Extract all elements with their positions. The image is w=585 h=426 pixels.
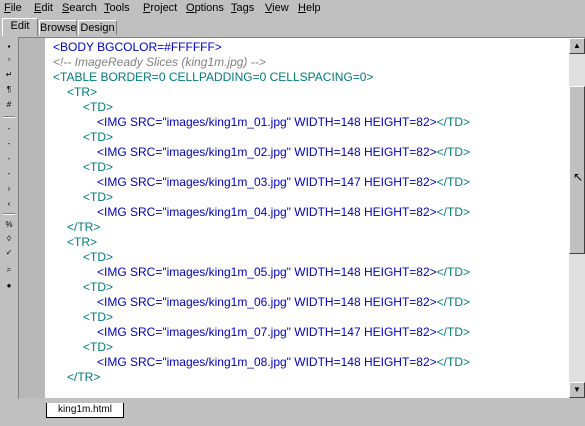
code-line[interactable]: <TD> [83,159,113,175]
code-token: <IMG SRC="images/king1m_03.jpg" WIDTH=14… [97,175,437,189]
code-line[interactable]: </TR> [67,369,100,385]
magnifier-icon[interactable]: ⌕ [4,265,14,275]
code-token: <TD> [83,130,114,144]
code-token: <TD> [83,340,114,354]
outdent-icon[interactable]: - [4,124,14,134]
code-token: <IMG SRC="images/king1m_01.jpg" WIDTH=14… [97,115,437,129]
code-line[interactable]: <IMG SRC="images/king1m_06.jpg" WIDTH=14… [97,294,470,310]
code-line[interactable]: <IMG SRC="images/king1m_07.jpg" WIDTH=14… [97,324,470,340]
scroll-up-button[interactable]: ▲ [569,38,585,54]
code-token: <!-- ImageReady Slices (king1m.jpg) --> [53,55,266,69]
code-token: <TD> [83,250,114,264]
code-token: <IMG SRC="images/king1m_05.jpg" WIDTH=14… [97,265,437,279]
arrow-right-icon[interactable]: › [4,184,14,194]
code-token: </TD> [436,295,471,309]
list-icon[interactable]: - [4,139,14,149]
menu-project[interactable]: Project [143,2,177,14]
globe-icon[interactable]: ● [4,281,14,291]
menu-bar: File Edit Search Tools Project Options T… [0,0,585,17]
code-token: <IMG SRC="images/king1m_02.jpg" WIDTH=14… [97,145,437,159]
indent-icon[interactable]: ¶ [4,85,14,95]
code-token: <IMG SRC="images/king1m_04.jpg" WIDTH=14… [97,205,437,219]
left-toolbar: ▪ ▫ ↵ ¶ # - - - - › ‹ % ◊ ✓ ⌕ ● [0,37,18,426]
tab-browse[interactable]: Browse [39,20,77,35]
code-token: <TD> [83,100,114,114]
code-line[interactable]: <!-- ImageReady Slices (king1m.jpg) --> [53,54,266,70]
code-line[interactable]: <IMG SRC="images/king1m_04.jpg" WIDTH=14… [97,204,470,220]
toolbar-divider [3,116,15,118]
code-token: <IMG SRC="images/king1m_07.jpg" WIDTH=14… [97,325,437,339]
code-icon[interactable]: ◊ [4,234,14,244]
toggle-icon[interactable]: ▪ [4,42,14,52]
menu-tools[interactable]: Tools [104,2,130,14]
view-tab-bar: Edit Browse Design [0,17,585,37]
code-line[interactable]: <TD> [83,339,113,355]
code-token: </TD> [436,115,471,129]
minus-icon[interactable]: - [4,169,14,179]
menu-help[interactable]: Help [298,2,321,14]
scroll-down-button[interactable]: ▼ [569,382,585,398]
code-token: </TD> [436,325,471,339]
dash-icon[interactable]: - [4,154,14,164]
code-token: <TABLE BORDER=0 CELLPADDING=0 CELLSPACIN… [53,70,374,84]
menu-view[interactable]: View [265,2,289,14]
menu-search[interactable]: Search [62,2,97,14]
code-token: </TD> [436,145,471,159]
bookmark-icon[interactable]: % [4,220,14,230]
document-tab[interactable]: king1m.html [46,403,124,418]
code-line[interactable]: <TR> [67,234,97,250]
code-line[interactable]: <TD> [83,129,113,145]
code-line[interactable]: <BODY BGCOLOR=#FFFFFF> [53,39,222,55]
menu-options[interactable]: Options [186,2,224,14]
code-line[interactable]: <IMG SRC="images/king1m_01.jpg" WIDTH=14… [97,114,470,130]
code-line[interactable]: <TR> [67,84,97,100]
tab-edit[interactable]: Edit [2,18,38,36]
tag-icon[interactable]: ▫ [4,55,14,65]
code-line[interactable]: <IMG SRC="images/king1m_02.jpg" WIDTH=14… [97,144,470,160]
code-token: <TD> [83,310,114,324]
code-token: </TD> [436,205,471,219]
code-token: <TD> [83,190,114,204]
code-line[interactable]: </TR> [67,219,100,235]
tab-design[interactable]: Design [78,20,117,35]
code-token: </TR> [67,220,101,234]
code-token: <IMG SRC="images/king1m_08.jpg" WIDTH=14… [97,355,437,369]
code-line[interactable]: <TABLE BORDER=0 CELLPADDING=0 CELLSPACIN… [53,69,373,85]
code-token: <TD> [83,280,114,294]
arrow-left-icon[interactable]: ‹ [4,199,14,209]
toolbar-divider [3,213,15,215]
mouse-pointer-icon: ↖ [573,170,584,184]
code-line[interactable]: <TD> [83,279,113,295]
menu-edit[interactable]: Edit [34,2,53,14]
validate-icon[interactable]: ✓ [4,248,14,258]
code-token: <TR> [67,85,98,99]
code-line[interactable]: <IMG SRC="images/king1m_03.jpg" WIDTH=14… [97,174,470,190]
editor-gutter [19,38,45,398]
menu-tags[interactable]: Tags [231,2,254,14]
code-token: </TD> [436,175,471,189]
vertical-scrollbar[interactable]: ▲ ▼ [569,38,585,398]
code-token: <TR> [67,235,98,249]
code-token: </TR> [67,370,101,384]
code-line[interactable]: <TD> [83,189,113,205]
menu-file[interactable]: File [4,2,22,14]
code-token: <BODY BGCOLOR=#FFFFFF> [53,40,222,54]
code-line[interactable]: <IMG SRC="images/king1m_08.jpg" WIDTH=14… [97,354,470,370]
hash-icon[interactable]: # [4,100,14,110]
code-line[interactable]: <TD> [83,309,113,325]
code-token: </TD> [436,265,471,279]
code-token: <TD> [83,160,114,174]
code-line[interactable]: <IMG SRC="images/king1m_05.jpg" WIDTH=14… [97,264,470,280]
code-token: </TD> [436,355,471,369]
code-line[interactable]: <TD> [83,249,113,265]
code-token: <IMG SRC="images/king1m_06.jpg" WIDTH=14… [97,295,437,309]
code-line[interactable]: <TD> [83,99,113,115]
wrap-icon[interactable]: ↵ [4,70,14,80]
code-editor[interactable]: <BODY BGCOLOR=#FFFFFF> <!-- ImageReady Sl… [45,38,569,398]
